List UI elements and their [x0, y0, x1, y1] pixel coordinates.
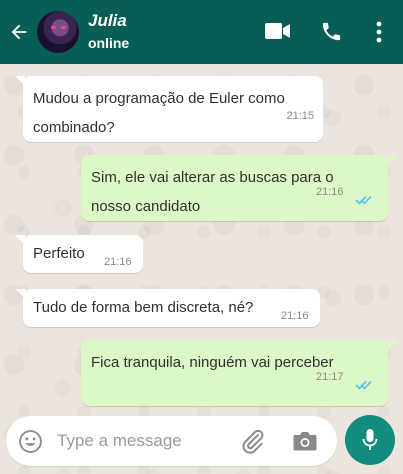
message-outgoing[interactable]: Sim, ele vai alterar as buscas para o no… — [81, 155, 388, 221]
chat-header: Julia online — [0, 0, 403, 64]
contact-status: online — [88, 35, 130, 51]
bubble-tail — [388, 340, 398, 350]
more-menu-icon[interactable] — [372, 20, 386, 44]
message-incoming[interactable]: Mudou a programação de Euler como combin… — [23, 76, 323, 142]
read-receipt-icon — [355, 195, 372, 205]
message-time: 21:16 — [104, 256, 132, 268]
emoji-icon[interactable] — [18, 429, 43, 454]
bubble-tail — [388, 155, 398, 165]
camera-icon[interactable] — [292, 429, 318, 453]
contact-name[interactable]: Julia — [88, 11, 127, 31]
phone-icon[interactable] — [320, 20, 343, 43]
message-outgoing[interactable]: Fica tranquila, ninguém vai perceber 21:… — [81, 340, 388, 406]
message-text: Tudo de forma bem discreta, né? — [33, 299, 254, 316]
video-call-icon[interactable] — [265, 22, 291, 40]
voice-record-button[interactable] — [345, 415, 395, 465]
message-time: 21:16 — [316, 186, 344, 198]
message-text: Fica tranquila, ninguém vai perceber — [91, 354, 334, 371]
message-composer: Type a message — [6, 416, 337, 466]
message-time: 21:15 — [286, 110, 314, 122]
back-arrow-icon[interactable] — [8, 20, 30, 44]
message-input[interactable]: Type a message — [57, 431, 182, 451]
message-time: 21:16 — [281, 310, 309, 322]
message-text: Sim, ele vai alterar as buscas para o no… — [91, 169, 334, 215]
attach-icon[interactable] — [240, 428, 266, 454]
mic-icon — [362, 429, 378, 450]
message-incoming[interactable]: Perfeito 21:16 — [23, 235, 143, 273]
message-text: Mudou a programação de Euler como combin… — [33, 90, 285, 136]
read-receipt-icon — [355, 380, 372, 390]
message-time: 21:17 — [316, 371, 344, 383]
message-text: Perfeito — [33, 245, 85, 262]
avatar[interactable] — [37, 11, 79, 53]
message-incoming[interactable]: Tudo de forma bem discreta, né? 21:16 — [23, 289, 320, 327]
